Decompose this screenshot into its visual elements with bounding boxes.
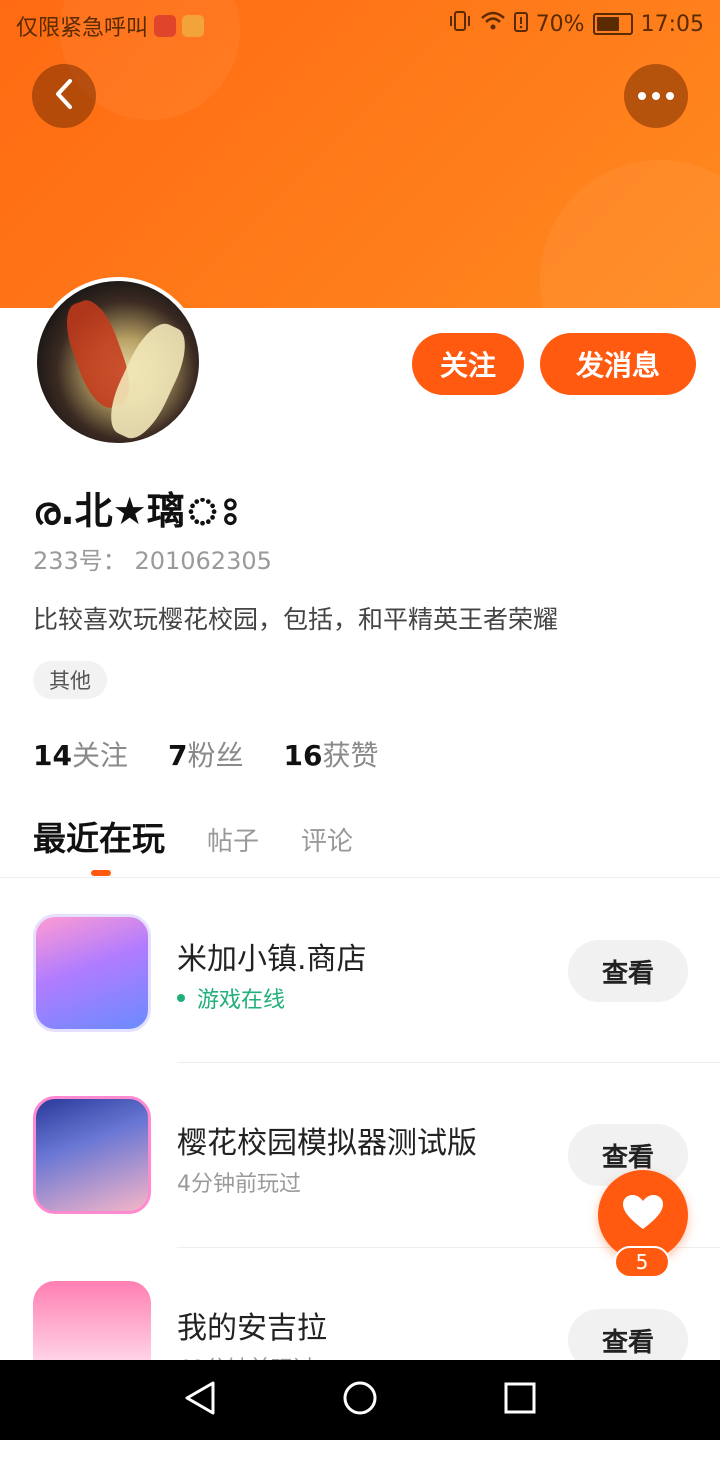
vibrate-icon <box>448 10 472 38</box>
carrier-text: 仅限紧急呼叫 <box>16 16 149 41</box>
game-status-text: 游戏在线 <box>197 988 286 1013</box>
nav-home-button[interactable] <box>340 1380 380 1420</box>
user-id-label: 233号： <box>33 547 127 575</box>
game-list-item[interactable]: 米加小镇.商店 游戏在线 查看 <box>0 914 720 1099</box>
online-dot-icon <box>177 994 185 1002</box>
game-icon[interactable] <box>33 1096 151 1214</box>
profile-tabs: 最近在玩 帖子 评论 <box>33 812 395 876</box>
nav-back-icon <box>183 1380 217 1420</box>
stat-likes[interactable]: 16获赞 <box>283 734 378 774</box>
status-bar: 仅限紧急呼叫 70% 17:05 <box>0 0 720 48</box>
game-status: 4分钟前玩过 <box>177 1172 301 1197</box>
tab-comments[interactable]: 评论 <box>301 821 353 858</box>
profile-header-banner: 仅限紧急呼叫 70% 17:05 <box>0 0 720 308</box>
divider <box>177 1062 720 1063</box>
view-game-button[interactable]: 查看 <box>568 940 688 1002</box>
back-chevron-icon <box>52 78 76 114</box>
nav-recents-button[interactable] <box>500 1380 540 1420</box>
game-name: 樱花校园模拟器测试版 <box>177 1126 477 1161</box>
follow-button[interactable]: 关注 <box>412 333 524 395</box>
stat-label: 粉丝 <box>187 739 244 772</box>
stat-label: 关注 <box>71 739 128 772</box>
header-decoration <box>540 160 720 308</box>
avatar[interactable] <box>33 277 203 447</box>
stat-fans[interactable]: 7粉丝 <box>168 734 244 774</box>
like-count-badge: 5 <box>614 1246 670 1278</box>
nav-recents-icon <box>504 1382 536 1418</box>
game-icon[interactable] <box>33 914 151 1032</box>
back-button[interactable] <box>32 64 96 128</box>
stat-number: 14 <box>33 739 72 772</box>
heart-icon <box>623 1195 663 1235</box>
stat-following[interactable]: 14关注 <box>33 734 128 774</box>
nav-back-button[interactable] <box>180 1380 220 1420</box>
stat-number: 16 <box>283 739 323 772</box>
game-name: 我的安吉拉 <box>177 1311 327 1346</box>
user-nickname: ര.北★璃ঃ <box>33 489 241 533</box>
more-dots-icon <box>638 92 674 100</box>
more-options-button[interactable] <box>624 64 688 128</box>
battery-percent: 70% <box>535 11 585 37</box>
active-tab-indicator <box>91 870 111 876</box>
system-navigation-bar <box>0 1360 720 1440</box>
notification-app-icon <box>154 15 177 37</box>
nav-home-icon <box>342 1380 378 1420</box>
user-id-row: 233号： 201062305 <box>33 541 272 576</box>
wifi-icon <box>480 10 506 38</box>
user-stats: 14关注 7粉丝 16获赞 <box>33 734 378 774</box>
battery-alert-icon <box>513 10 528 38</box>
user-bio: 比较喜欢玩樱花校园，包括，和平精英王者荣耀 <box>33 605 559 634</box>
tab-posts[interactable]: 帖子 <box>207 821 259 858</box>
stat-number: 7 <box>167 739 188 772</box>
tab-recently-played[interactable]: 最近在玩 <box>33 812 165 876</box>
user-tag: 其他 <box>33 661 107 699</box>
game-status: 游戏在线 <box>177 982 285 1014</box>
battery-icon <box>592 13 633 35</box>
video-app-icon <box>182 15 205 37</box>
tab-label: 最近在玩 <box>33 819 165 858</box>
user-id-value: 201062305 <box>134 547 272 575</box>
divider <box>0 877 720 878</box>
send-message-button[interactable]: 发消息 <box>540 333 696 395</box>
clock: 17:05 <box>640 11 704 37</box>
game-name: 米加小镇.商店 <box>177 942 367 977</box>
stat-label: 获赞 <box>322 739 379 772</box>
